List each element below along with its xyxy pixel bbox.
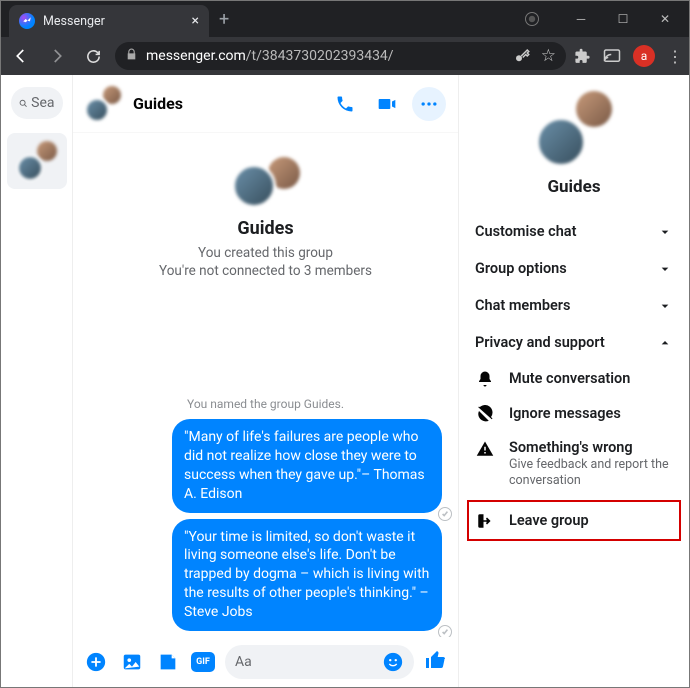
search-input[interactable]: Sea	[11, 87, 63, 119]
toolbar-right: a ⋮	[574, 45, 683, 67]
more-actions-button[interactable]	[83, 649, 109, 675]
account-indicator-icon[interactable]	[525, 12, 539, 26]
profile-avatar[interactable]: a	[633, 45, 655, 67]
bookmark-icon[interactable]: ☆	[541, 46, 556, 66]
minimize-button[interactable]: ─	[561, 4, 601, 34]
thumbs-up-button[interactable]	[424, 648, 448, 676]
conversation-sidebar: Sea	[1, 75, 73, 687]
leave-group-highlight: Leave group	[467, 500, 681, 541]
panel-avatar	[536, 91, 612, 167]
panel-header: Guides	[471, 91, 677, 197]
gif-button[interactable]: GIF	[191, 652, 215, 672]
ignore-icon	[475, 404, 495, 423]
video-call-button[interactable]	[370, 87, 404, 121]
attach-sticker-button[interactable]	[155, 649, 181, 675]
section-group-options[interactable]: Group options	[471, 250, 677, 287]
sent-check-icon	[438, 625, 452, 637]
extensions-icon[interactable]	[574, 48, 591, 65]
tab-title: Messenger	[43, 14, 184, 29]
message-row: "Many of life's failures are people who …	[83, 419, 448, 519]
group-avatar-icon	[17, 141, 57, 181]
chevron-down-icon	[657, 298, 673, 314]
reload-button[interactable]	[79, 42, 107, 70]
window-controls: ─ ☐ ✕	[525, 4, 689, 34]
cast-icon[interactable]	[603, 47, 621, 65]
chat-hero-name: Guides	[237, 218, 293, 239]
info-panel: Guides Customise chat Group options Chat…	[459, 75, 689, 687]
section-customise-chat[interactable]: Customise chat	[471, 213, 677, 250]
chevron-up-icon	[657, 335, 673, 351]
back-button[interactable]	[7, 42, 35, 70]
lock-icon	[125, 48, 138, 65]
message-placeholder: Aa	[235, 654, 252, 670]
emoji-icon[interactable]	[382, 651, 404, 673]
browser-tab[interactable]: Messenger ×	[9, 5, 209, 37]
leave-icon	[475, 511, 495, 530]
search-icon	[19, 96, 28, 111]
audio-call-button[interactable]	[328, 87, 362, 121]
message-bubble[interactable]: "Your time is limited, so don't waste it…	[172, 519, 442, 631]
ignore-messages-button[interactable]: Ignore messages	[471, 396, 677, 431]
close-window-button[interactable]: ✕	[645, 4, 685, 34]
system-message: You named the group Guides.	[187, 397, 344, 411]
section-chat-members[interactable]: Chat members	[471, 287, 677, 324]
maximize-button[interactable]: ☐	[603, 4, 643, 34]
chat-title: Guides	[133, 94, 183, 113]
somethings-wrong-button[interactable]: Something's wrong Give feedback and repo…	[471, 431, 677, 496]
titlebar: Messenger × + ─ ☐ ✕	[1, 1, 689, 37]
message-bubble[interactable]: "Many of life's failures are people who …	[172, 419, 442, 513]
chat-body: Guides You created this group You're not…	[73, 133, 458, 637]
address-bar: messenger.com/t/3843730202393434/ ☆ a ⋮	[1, 37, 689, 75]
chat-hero-avatar	[232, 157, 300, 208]
chat-connected-label: You're not connected to 3 members	[159, 263, 372, 279]
messenger-app: Sea Guides Guides You created t	[1, 75, 689, 687]
tab-close-icon[interactable]: ×	[192, 13, 199, 29]
chat-header: Guides	[73, 75, 458, 133]
url-text: messenger.com/t/3843730202393434/	[146, 48, 394, 64]
chat-column: Guides Guides You created this group You…	[73, 75, 459, 687]
panel-name: Guides	[547, 177, 600, 197]
url-box[interactable]: messenger.com/t/3843730202393434/ ☆	[115, 42, 566, 70]
key-icon[interactable]	[513, 47, 531, 65]
mute-conversation-button[interactable]: Mute conversation	[471, 361, 677, 396]
chat-header-avatar[interactable]	[85, 86, 121, 122]
leave-group-button[interactable]: Leave group	[471, 507, 677, 534]
attach-image-button[interactable]	[119, 649, 145, 675]
new-tab-button[interactable]: +	[209, 9, 239, 30]
chevron-down-icon	[657, 261, 673, 277]
chat-header-actions	[328, 87, 446, 121]
conversation-info-button[interactable]	[412, 87, 446, 121]
messenger-favicon	[19, 13, 35, 29]
forward-button[interactable]	[43, 42, 71, 70]
conversation-item[interactable]	[7, 133, 67, 189]
section-privacy-support[interactable]: Privacy and support	[471, 324, 677, 361]
message-row: "Your time is limited, so don't waste it…	[83, 519, 448, 637]
message-input[interactable]: Aa	[225, 645, 414, 679]
search-placeholder: Sea	[31, 95, 54, 111]
chat-created-label: You created this group	[198, 245, 333, 261]
bell-icon	[475, 369, 495, 388]
composer: GIF Aa	[73, 637, 458, 687]
warning-icon	[475, 439, 495, 458]
browser-menu-icon[interactable]: ⋮	[667, 47, 683, 66]
chevron-down-icon	[657, 224, 673, 240]
